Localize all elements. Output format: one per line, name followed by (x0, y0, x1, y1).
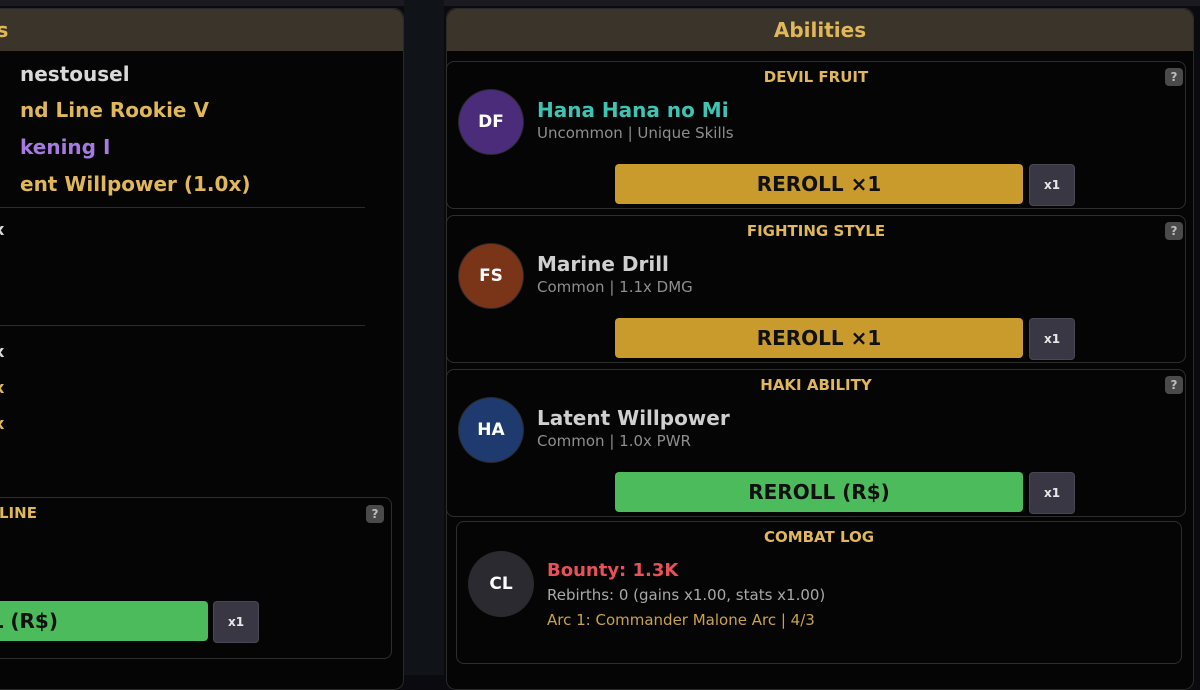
haki-ability-multiplier-button[interactable]: x1 (1029, 472, 1075, 514)
fighting-style-title: FIGHTING STYLE (746, 222, 886, 240)
combat-log-avatar: CL (469, 552, 533, 616)
panel-gap (404, 0, 444, 675)
left-reroll-button[interactable]: L (R$) (0, 601, 208, 641)
help-icon[interactable]: ? (366, 505, 384, 523)
help-icon[interactable]: ? (1165, 222, 1183, 240)
player-haki: ent Willpower (1.0x) (20, 172, 251, 196)
devil-fruit-multiplier-button[interactable]: x1 (1029, 164, 1075, 206)
left-multiplier-button[interactable]: x1 (213, 601, 259, 643)
haki-ability-title: HAKI ABILITY (760, 376, 872, 394)
devil-fruit-reroll-button[interactable]: REROLL ×1 (615, 164, 1023, 204)
haki-ability-subtitle: Common | 1.0x PWR (537, 432, 691, 450)
fighting-style-multiplier-button[interactable]: x1 (1029, 318, 1075, 360)
bounty-text: Bounty: 1.3K (547, 560, 679, 581)
combat-log-card: COMBAT LOG CL Bounty: 1.3K Rebirths: 0 (… (456, 521, 1182, 664)
help-icon[interactable]: ? (1165, 376, 1183, 394)
stat-value-3: x (0, 378, 4, 397)
stats-divider-2 (0, 325, 365, 326)
devil-fruit-subtitle: Uncommon | Unique Skills (537, 124, 734, 142)
stat-value-2: x (0, 342, 4, 361)
devil-fruit-avatar: DF (459, 90, 523, 154)
fighting-style-reroll-button[interactable]: REROLL ×1 (615, 318, 1023, 358)
haki-ability-avatar: HA (459, 398, 523, 462)
haki-ability-reroll-button[interactable]: REROLL (R$) (615, 472, 1023, 512)
help-icon[interactable]: ? (1165, 68, 1183, 86)
rebirths-text: Rebirths: 0 (gains x1.00, stats x1.00) (547, 586, 826, 604)
left-card-title: LINE (0, 504, 37, 522)
stats-divider (0, 207, 365, 208)
player-name: nestousel (20, 62, 130, 86)
fighting-style-subtitle: Common | 1.1x DMG (537, 278, 693, 296)
combat-log-title: COMBAT LOG (763, 528, 875, 546)
devil-fruit-name: Hana Hana no Mi (537, 98, 729, 122)
fighting-style-avatar: FS (459, 244, 523, 308)
player-title: nd Line Rookie V (20, 98, 209, 122)
player-awakening: kening I (20, 135, 111, 159)
top-edge (0, 0, 1200, 6)
stats-panel-header: ts (0, 9, 403, 51)
devil-fruit-title: DEVIL FRUIT (763, 68, 869, 86)
haki-ability-name: Latent Willpower (537, 406, 730, 430)
abilities-header: Abilities (447, 9, 1193, 51)
arc-text: Arc 1: Commander Malone Arc | 4/3 (547, 611, 815, 629)
stat-value-1: x (0, 220, 4, 239)
stat-value-4: x (0, 414, 4, 433)
fighting-style-name: Marine Drill (537, 252, 669, 276)
